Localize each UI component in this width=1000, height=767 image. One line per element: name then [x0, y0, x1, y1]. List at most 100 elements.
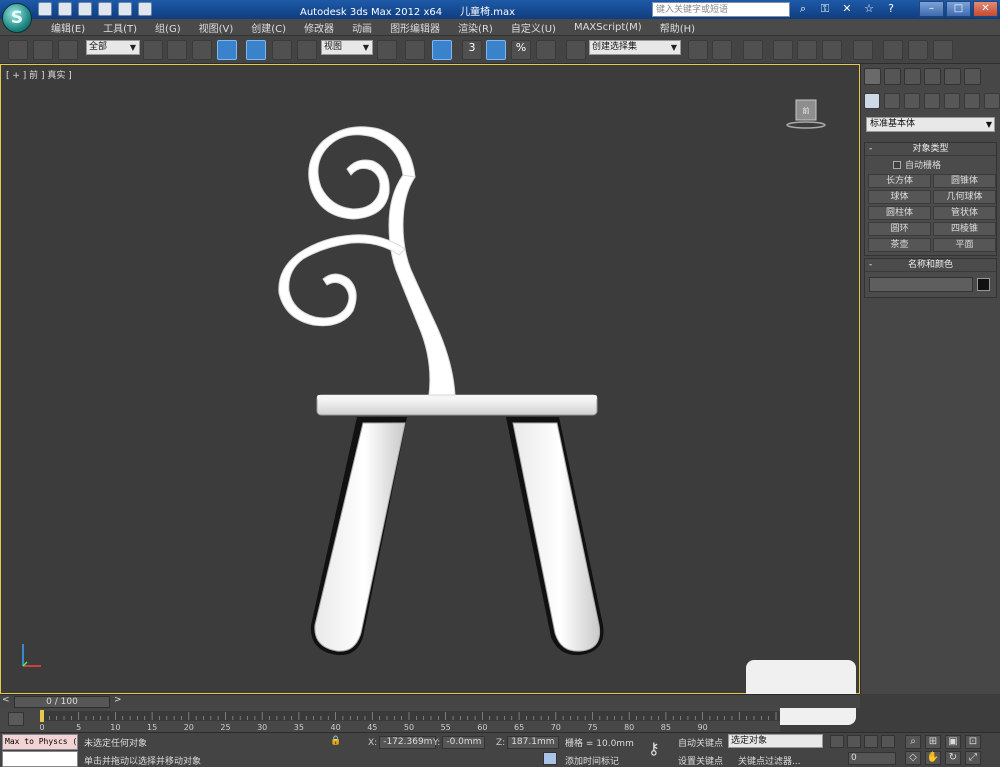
- shapes-icon[interactable]: [884, 93, 900, 109]
- y-input[interactable]: -0.0mm: [442, 736, 486, 749]
- angle-snap-icon[interactable]: [486, 40, 506, 60]
- autogrid-checkbox[interactable]: 自动栅格: [865, 156, 996, 171]
- key-filters-button[interactable]: 关键点过滤器...: [738, 754, 801, 767]
- menu-tools[interactable]: 工具(T): [94, 20, 146, 35]
- search-input[interactable]: 键入关键字或短语: [652, 2, 790, 17]
- rendered-frame-window-icon[interactable]: [908, 40, 928, 60]
- display-tab-icon[interactable]: [944, 68, 961, 85]
- motion-tab-icon[interactable]: [924, 68, 941, 85]
- select-and-scale-icon[interactable]: [297, 40, 317, 60]
- cone-button[interactable]: 圆锥体: [933, 174, 996, 188]
- keyboard-shortcut-override-icon[interactable]: [432, 40, 452, 60]
- maxscript-listener-input[interactable]: Max to Physcs (: [2, 734, 78, 750]
- previous-frame-button[interactable]: <: [2, 695, 10, 705]
- close-button[interactable]: ✕: [973, 1, 998, 17]
- pivot-center-icon[interactable]: [377, 40, 397, 60]
- selection-lock-icon[interactable]: 🔒: [330, 736, 341, 746]
- menu-modifiers[interactable]: 修改器: [295, 20, 343, 35]
- zoom-extents-icon[interactable]: ▣: [945, 735, 961, 749]
- select-and-move-icon[interactable]: [246, 40, 266, 60]
- render-production-icon[interactable]: [933, 40, 953, 60]
- auto-key-button[interactable]: 自动关键点: [678, 736, 723, 749]
- time-slider[interactable]: < 0 / 100 >: [0, 694, 860, 708]
- material-editor-icon[interactable]: [853, 40, 873, 60]
- new-file-icon[interactable]: [38, 2, 52, 16]
- open-file-icon[interactable]: [58, 2, 72, 16]
- key-icon[interactable]: ⚷: [648, 739, 660, 758]
- mini-curve-editor-icon[interactable]: [8, 712, 24, 726]
- schematic-view-icon[interactable]: [822, 40, 842, 60]
- select-object-icon[interactable]: [143, 40, 163, 60]
- box-button[interactable]: 长方体: [868, 174, 931, 188]
- window-crossing-icon[interactable]: [217, 40, 237, 60]
- named-selection-dropdown[interactable]: 创建选择集 ▼: [589, 40, 681, 55]
- align-icon[interactable]: [712, 40, 732, 60]
- menu-maxscript[interactable]: MAXScript(M): [565, 22, 651, 33]
- select-and-manipulate-icon[interactable]: [405, 40, 425, 60]
- maximize-button[interactable]: □: [946, 1, 971, 17]
- favorites-icon[interactable]: ☆: [862, 2, 876, 16]
- undo-icon[interactable]: [98, 2, 112, 16]
- app-logo[interactable]: S: [2, 3, 32, 33]
- menu-views[interactable]: 视图(V): [190, 20, 243, 35]
- project-folder-icon[interactable]: [138, 2, 152, 16]
- select-by-name-icon[interactable]: [167, 40, 187, 60]
- cylinder-button[interactable]: 圆柱体: [868, 206, 931, 220]
- x-input[interactable]: -172.369m: [379, 736, 437, 749]
- systems-icon[interactable]: [984, 93, 1000, 109]
- orbit-icon[interactable]: ↻: [945, 751, 961, 765]
- pan-icon[interactable]: ✋: [925, 751, 941, 765]
- spinner-snap-icon[interactable]: [536, 40, 556, 60]
- percent-snap-icon[interactable]: %: [511, 40, 531, 60]
- help-icon[interactable]: ?: [884, 2, 898, 16]
- rectangular-selection-icon[interactable]: [192, 40, 212, 60]
- teapot-button[interactable]: 茶壶: [868, 238, 931, 252]
- menu-graph-editors[interactable]: 图形编辑器: [381, 20, 449, 35]
- object-type-header[interactable]: - 对象类型: [865, 143, 996, 156]
- plane-button[interactable]: 平面: [933, 238, 996, 252]
- object-color-swatch[interactable]: [977, 278, 990, 291]
- menu-rendering[interactable]: 渲染(R): [449, 20, 502, 35]
- go-to-start-icon[interactable]: [830, 735, 844, 748]
- layer-manager-icon[interactable]: [743, 40, 763, 60]
- track-bar[interactable]: 0 5 10 15 20 25 30 35 40 45 50 55 60 65 70 75 80 85 90: [0, 708, 780, 732]
- current-frame-marker[interactable]: [40, 710, 44, 722]
- curve-editor-icon[interactable]: [797, 40, 817, 60]
- next-frame-button[interactable]: >: [114, 695, 122, 705]
- create-tab-icon[interactable]: [864, 68, 881, 85]
- checkbox-icon[interactable]: [893, 160, 901, 169]
- menu-edit[interactable]: 编辑(E): [42, 20, 94, 35]
- geosphere-button[interactable]: 几何球体: [933, 190, 996, 204]
- zoom-all-icon[interactable]: ⊞: [925, 735, 941, 749]
- current-frame-input[interactable]: 0: [848, 752, 896, 765]
- render-setup-icon[interactable]: [883, 40, 903, 60]
- menu-animation[interactable]: 动画: [343, 20, 381, 35]
- graphite-ribbon-icon[interactable]: [773, 40, 793, 60]
- hierarchy-tab-icon[interactable]: [904, 68, 921, 85]
- previous-key-icon[interactable]: [847, 735, 861, 748]
- helpers-icon[interactable]: [944, 93, 960, 109]
- geometry-icon[interactable]: [864, 93, 880, 109]
- field-of-view-icon[interactable]: ◇: [905, 751, 921, 765]
- selection-filter-dropdown[interactable]: 全部 ▼: [86, 40, 140, 55]
- object-name-input[interactable]: [869, 277, 973, 292]
- z-input[interactable]: 187.1mm: [507, 736, 559, 749]
- viewcube[interactable]: 前: [786, 96, 826, 131]
- add-time-tag-button[interactable]: 添加时间标记: [565, 754, 619, 767]
- menu-create[interactable]: 创建(C): [242, 20, 295, 35]
- sphere-button[interactable]: 球体: [868, 190, 931, 204]
- name-and-color-header[interactable]: - 名称和颜色: [865, 259, 996, 272]
- menu-help[interactable]: 帮助(H): [651, 20, 704, 35]
- set-key-button[interactable]: 设置关键点: [678, 754, 723, 767]
- menu-group[interactable]: 组(G): [146, 20, 190, 35]
- chair-model[interactable]: [1, 65, 859, 693]
- front-viewport[interactable]: [ + ] 前 ] 真实 ] 前: [0, 64, 860, 694]
- zoom-extents-all-icon[interactable]: ⊡: [965, 735, 981, 749]
- torus-button[interactable]: 圆环: [868, 222, 931, 236]
- snaps-toggle-icon[interactable]: 3: [462, 40, 482, 60]
- bind-space-warp-icon[interactable]: [58, 40, 78, 60]
- mirror-icon[interactable]: [688, 40, 708, 60]
- selected-objects-dropdown[interactable]: 选定对象: [728, 734, 823, 748]
- tube-button[interactable]: 管状体: [933, 206, 996, 220]
- edit-named-selection-icon[interactable]: [566, 40, 586, 60]
